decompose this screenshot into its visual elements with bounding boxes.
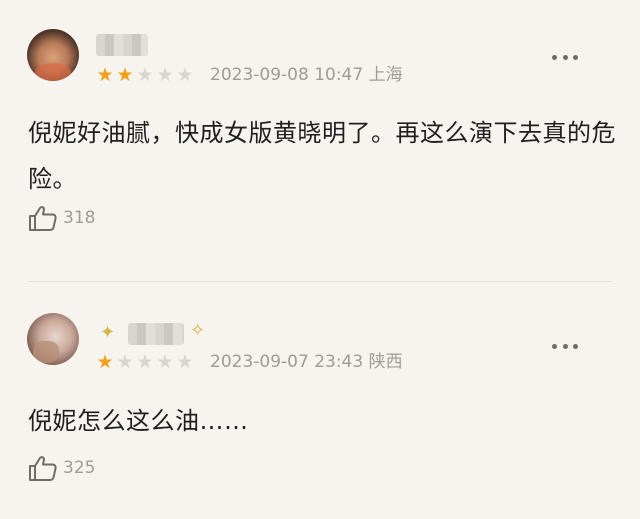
review-text: 倪妮好油腻，快成女版黄晓明了。再这么演下去真的危险。 (28, 119, 616, 193)
star-icon: ★ (116, 64, 134, 86)
star-icon: ★ (156, 64, 174, 86)
review-meta: 2023-09-08 10:47 上海 (210, 66, 403, 84)
review-card: ★ ★ ★ ★ ★ 2023-09-08 10:47 上海 倪妮好油腻，快成女版… (0, 0, 640, 282)
review-text: 倪妮怎么这么油…… (28, 407, 249, 435)
like-count: 318 (63, 208, 96, 228)
star-icon: ★ (136, 64, 154, 86)
thumbs-up-icon (29, 206, 57, 231)
star-icon: ★ (96, 64, 114, 86)
sparkle-icon: ✦ (100, 322, 116, 343)
more-icon[interactable] (552, 342, 578, 350)
star-icon: ★ (176, 351, 194, 373)
thumbs-up-icon (29, 456, 57, 481)
review-date: 2023-09-08 10:47 (210, 65, 364, 85)
like-button[interactable]: 325 (28, 455, 95, 481)
star-icon: ★ (116, 351, 134, 373)
username-blurred[interactable] (96, 34, 148, 56)
review-location: 陕西 (368, 352, 403, 372)
review-date: 2023-09-07 23:43 (210, 352, 364, 372)
like-count: 325 (63, 458, 96, 478)
like-button[interactable]: 318 (28, 205, 95, 231)
more-icon[interactable] (552, 53, 578, 61)
sparkle-icon: ✧ (190, 320, 206, 341)
star-rating: ★ ★ ★ ★ ★ (95, 64, 195, 86)
star-icon: ★ (156, 351, 174, 373)
star-icon: ★ (176, 64, 194, 86)
avatar[interactable] (27, 29, 79, 81)
review-meta: 2023-09-07 23:43 陕西 (210, 353, 403, 371)
username-blurred[interactable] (128, 323, 184, 345)
star-icon: ★ (136, 351, 154, 373)
star-icon: ★ (96, 351, 114, 373)
star-rating: ★ ★ ★ ★ ★ (95, 351, 195, 373)
avatar[interactable] (27, 313, 79, 365)
review-location: 上海 (368, 65, 403, 85)
